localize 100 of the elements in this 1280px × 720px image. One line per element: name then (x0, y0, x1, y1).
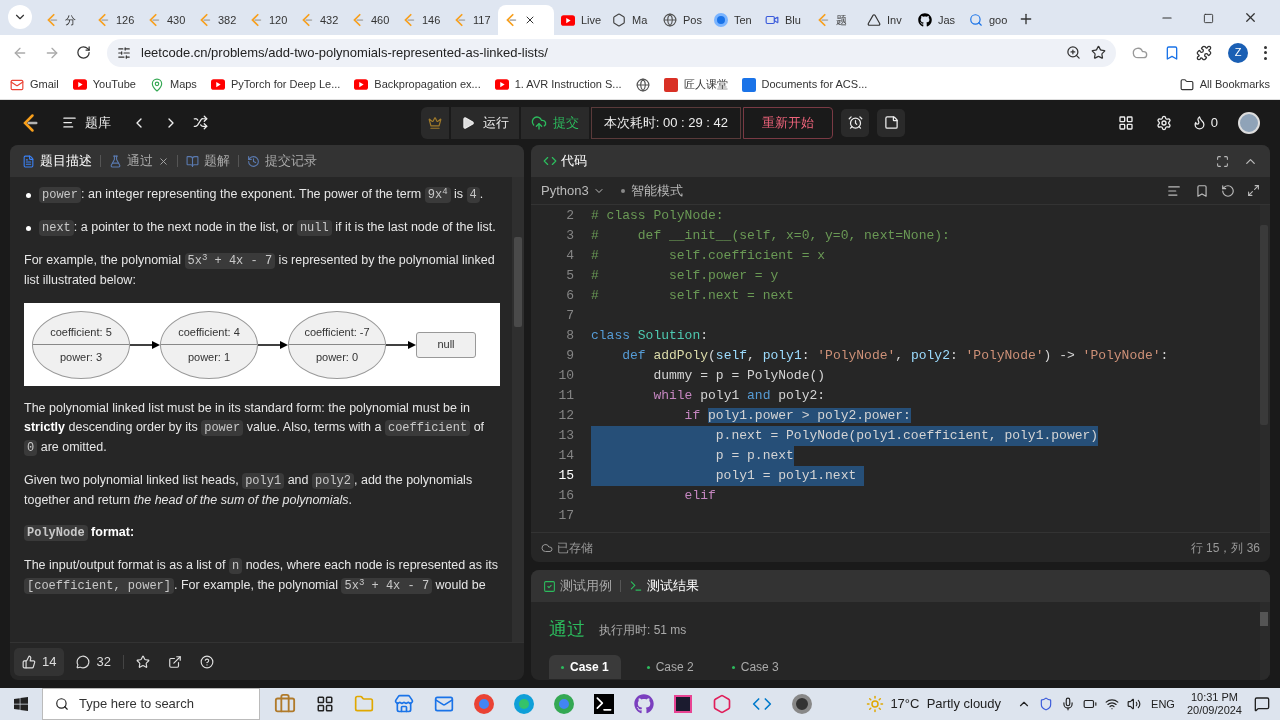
browser-tab[interactable]: Inv (861, 5, 911, 35)
bookmark[interactable]: 1. AVR Instruction S... (494, 76, 622, 93)
mode-toggle[interactable]: 智能模式 (630, 180, 683, 201)
panel-tab[interactable]: 题目描述 (22, 151, 92, 171)
note-button[interactable] (877, 108, 906, 137)
browser-icon[interactable] (554, 694, 574, 714)
browser-tab[interactable]: 126 (90, 5, 140, 35)
bookmark[interactable]: 匠人课堂 (663, 76, 728, 93)
briefcase-icon[interactable] (274, 693, 296, 715)
bookmark[interactable]: YouTube (72, 76, 136, 93)
format-icon[interactable] (1167, 183, 1181, 198)
browser-tab[interactable]: Ten (708, 5, 758, 35)
browser-tab[interactable]: Blu (759, 5, 809, 35)
address-bar[interactable]: leetcode.cn/problems/add-two-polynomials-represented-as-linked-lists/ (107, 38, 1116, 67)
settings-icon[interactable] (1155, 114, 1172, 131)
browser-tab[interactable]: Ma (606, 5, 656, 35)
shuffle-icon[interactable] (193, 115, 208, 130)
octocat-icon[interactable] (634, 694, 654, 714)
language-select[interactable]: Python3 (541, 180, 605, 201)
panel-tab[interactable]: 提交记录 (247, 151, 317, 171)
problem-list-button[interactable]: 题库 (62, 112, 111, 133)
panel-tab[interactable]: 测试结果 (629, 576, 699, 596)
battery-icon[interactable] (1083, 697, 1098, 711)
start-icon[interactable] (13, 696, 29, 712)
like-button[interactable]: 14 (14, 647, 65, 676)
record-icon[interactable] (792, 694, 812, 714)
site-settings-icon[interactable] (117, 45, 131, 60)
panel-tab[interactable]: 通过 (109, 151, 169, 171)
bookmark-icon[interactable] (1195, 183, 1209, 198)
bookmark[interactable]: Backpropagation ex... (354, 76, 481, 93)
ide-icon[interactable] (674, 695, 692, 713)
browser-tab[interactable]: 120 (243, 5, 293, 35)
restart-button[interactable]: 重新开始 (743, 106, 834, 139)
profile-avatar[interactable]: Z (1228, 42, 1248, 63)
task-view-icon[interactable] (316, 695, 334, 713)
extensions-icon[interactable] (1196, 44, 1212, 61)
case-tab[interactable]: Case 1 (549, 655, 621, 679)
bookmark[interactable]: PyTorch for Deep Le... (210, 76, 341, 93)
expand-icon[interactable] (1247, 184, 1260, 197)
star-icon[interactable] (135, 654, 150, 669)
volume-icon[interactable] (1127, 697, 1142, 711)
zoom-icon[interactable] (1066, 45, 1081, 60)
all-bookmarks-button[interactable]: All Bookmarks (1179, 76, 1270, 93)
browser-tab[interactable]: 382 (192, 5, 242, 35)
browser-tab[interactable]: 430 (141, 5, 191, 35)
user-avatar[interactable] (1238, 111, 1260, 134)
mail-icon[interactable] (434, 694, 454, 714)
reset-icon[interactable] (1221, 183, 1235, 198)
browser-tab[interactable]: Jas (912, 5, 962, 35)
bookmark[interactable]: Maps (149, 76, 197, 93)
run-button[interactable]: 运行 (450, 106, 519, 139)
clock[interactable]: 10:31 PM 20/09/2024 (1186, 691, 1242, 717)
more-icon[interactable] (1264, 45, 1268, 60)
hexagon-icon[interactable] (712, 694, 732, 714)
bookmark[interactable]: Documents for ACS... (741, 76, 868, 93)
scrollbar[interactable] (1260, 602, 1270, 680)
panel-tab[interactable]: 题解 (186, 151, 230, 171)
case-tab[interactable]: Case 3 (719, 655, 791, 679)
shield-icon[interactable] (1039, 697, 1054, 711)
streak-counter[interactable]: 0 (1191, 112, 1218, 133)
scrollbar[interactable] (512, 177, 524, 642)
browser-tab[interactable]: 432 (294, 5, 344, 35)
submit-button[interactable]: 提交 (520, 106, 589, 139)
premium-button[interactable] (420, 106, 449, 139)
browser-tab[interactable]: 146 (396, 5, 446, 35)
maximize-icon[interactable] (1203, 13, 1214, 24)
browser-tab[interactable]: 460 (345, 5, 395, 35)
layout-icon[interactable] (1117, 114, 1134, 131)
bookmark-icon[interactable] (1164, 44, 1180, 61)
scrollbar[interactable] (1260, 205, 1270, 532)
search-field[interactable]: Type here to search (42, 688, 260, 720)
browser-tab[interactable]: 题 (810, 5, 860, 35)
new-tab-icon[interactable] (1018, 11, 1034, 27)
store-icon[interactable] (394, 694, 414, 714)
language-indicator[interactable]: ENG (1151, 695, 1175, 713)
panel-tab[interactable]: 测试用例 (543, 576, 612, 596)
help-icon[interactable] (199, 654, 214, 669)
tab-search-button[interactable] (8, 5, 32, 29)
fullscreen-icon[interactable] (1216, 154, 1229, 168)
wifi-icon[interactable] (1105, 697, 1120, 711)
browser-tab[interactable]: Pos (657, 5, 707, 35)
mic-icon[interactable] (1061, 697, 1076, 711)
notifications-icon[interactable] (1254, 696, 1270, 712)
bookmark-star-icon[interactable] (1091, 45, 1106, 60)
weather-text[interactable]: 17°C Partly cloudy (890, 694, 1002, 714)
share-icon[interactable] (167, 654, 182, 669)
case-tab[interactable]: Case 2 (634, 655, 706, 679)
browser-tab[interactable]: 117 (447, 5, 497, 35)
close-icon[interactable] (1243, 10, 1258, 25)
browser-tab[interactable]: Live (555, 5, 605, 35)
reload-icon[interactable] (76, 45, 91, 60)
bookmark[interactable]: Gmail (10, 76, 59, 93)
bookmark[interactable] (635, 77, 650, 92)
browser-icon[interactable] (474, 694, 494, 714)
alarm-button[interactable] (841, 108, 870, 137)
comments-button[interactable]: 32 (76, 651, 111, 672)
browser-tab[interactable]: 分 (39, 5, 89, 35)
terminal-icon[interactable] (594, 694, 614, 714)
close-icon[interactable] (524, 14, 536, 26)
browser-tab[interactable]: goo (963, 5, 1013, 35)
